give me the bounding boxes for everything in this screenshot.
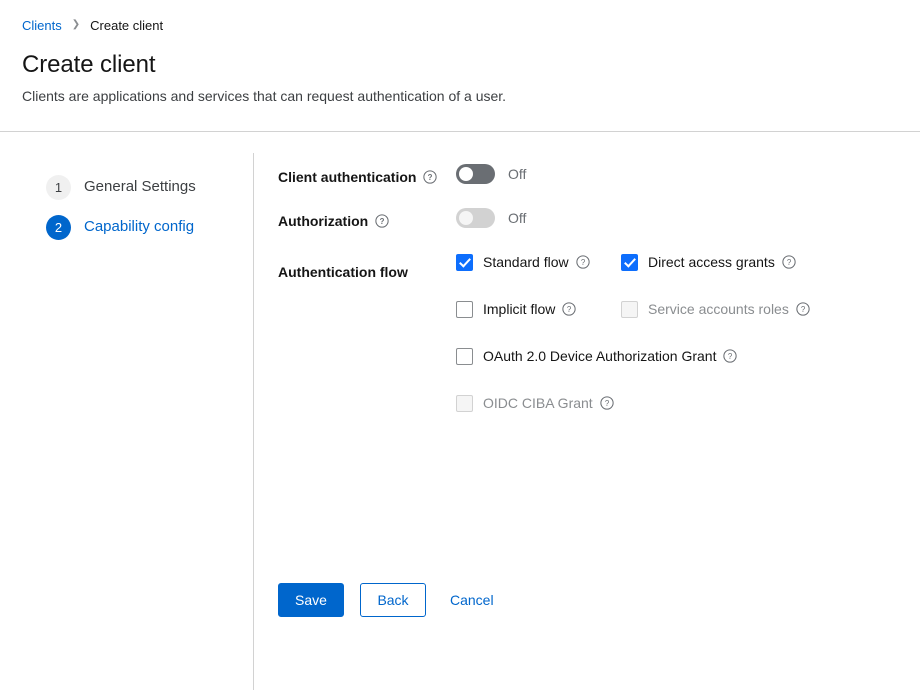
page-content: 1 General Settings 2 Capability config C…: [0, 132, 920, 690]
authorization-toggle: [456, 208, 495, 228]
help-circle-icon[interactable]: ?: [562, 302, 577, 316]
wizard-step-label: Capability config: [84, 218, 195, 235]
help-circle-icon[interactable]: ?: [375, 214, 389, 228]
help-circle-icon[interactable]: ?: [423, 170, 438, 184]
field-authorization: Authorization ? Off: [278, 208, 920, 231]
field-control: Standard flow ? Direct access grants ? I…: [456, 252, 920, 440]
wizard-step-capability-config[interactable]: 2 Capability config: [46, 214, 253, 240]
svg-text:?: ?: [580, 258, 585, 267]
checkbox-item-direct-access-grants[interactable]: Direct access grants ?: [621, 252, 846, 272]
help-circle-icon[interactable]: ?: [782, 255, 796, 269]
authentication-flow-options: Standard flow ? Direct access grants ? I…: [456, 252, 846, 440]
checkbox-item-oidc-ciba-grant: OIDC CIBA Grant ?: [456, 393, 846, 413]
help-circle-icon[interactable]: ?: [723, 349, 738, 363]
help-circle-icon[interactable]: ?: [796, 302, 810, 316]
checkbox-label: Implicit flow: [483, 301, 556, 317]
toggle-knob: [459, 167, 473, 181]
checkbox-oauth-device-authorization-grant[interactable]: [456, 347, 473, 365]
svg-text:?: ?: [728, 352, 733, 361]
help-circle-icon[interactable]: ?: [600, 396, 614, 410]
page-header: Clients ❯ Create client Create client Cl…: [0, 0, 920, 132]
cancel-button[interactable]: Cancel: [442, 583, 502, 617]
checkbox-direct-access-grants[interactable]: [621, 253, 638, 271]
wizard-step-general-settings[interactable]: 1 General Settings: [46, 174, 253, 200]
client-authentication-state: Off: [508, 166, 527, 182]
wizard-nav: 1 General Settings 2 Capability config: [0, 132, 253, 690]
checkbox-oidc-ciba-grant: [456, 394, 473, 412]
client-authentication-toggle[interactable]: [456, 164, 495, 184]
checkbox-item-service-accounts-roles: Service accounts roles ?: [621, 299, 846, 319]
step-number-badge: 2: [46, 214, 71, 240]
field-client-authentication: Client authentication ? Off: [278, 164, 920, 187]
help-circle-icon[interactable]: ?: [575, 255, 590, 269]
capability-config-form: Client authentication ? Off Authorizatio…: [254, 132, 920, 690]
checkbox-service-accounts-roles: [621, 300, 638, 318]
authentication-flow-label: Authentication flow: [278, 264, 408, 280]
form-actions: Save Back Cancel: [278, 583, 502, 617]
checkbox-implicit-flow[interactable]: [456, 300, 473, 318]
field-authentication-flow: Authentication flow Standard flow ? Dire…: [278, 252, 920, 440]
page-title: Create client: [22, 51, 156, 78]
breadcrumb: Clients ❯ Create client: [22, 18, 900, 34]
svg-text:?: ?: [380, 217, 385, 226]
field-control: Off: [456, 208, 920, 228]
field-label: Client authentication ?: [278, 164, 456, 187]
checkbox-label: Service accounts roles: [648, 301, 789, 317]
checkbox-item-implicit-flow[interactable]: Implicit flow ?: [456, 299, 621, 319]
field-control: Off: [456, 164, 920, 184]
authorization-state: Off: [508, 210, 527, 226]
checkbox-item-oauth-device-authorization-grant[interactable]: OAuth 2.0 Device Authorization Grant ?: [456, 346, 846, 366]
toggle-knob: [459, 211, 473, 225]
field-label: Authentication flow: [278, 252, 456, 282]
svg-text:?: ?: [567, 305, 572, 314]
breadcrumb-current: Create client: [90, 18, 164, 33]
step-number-badge: 1: [46, 174, 71, 200]
back-button[interactable]: Back: [360, 583, 426, 617]
client-authentication-label: Client authentication: [278, 169, 417, 185]
svg-text:?: ?: [428, 173, 433, 182]
checkbox-label: Standard flow: [483, 254, 569, 270]
client-authentication-toggle-wrap: Off: [456, 164, 920, 184]
checkbox-label: OAuth 2.0 Device Authorization Grant: [483, 348, 717, 364]
breadcrumb-link-clients[interactable]: Clients: [22, 18, 62, 34]
chevron-right-icon: ❯: [71, 19, 81, 30]
checkbox-item-standard-flow[interactable]: Standard flow ?: [456, 252, 621, 272]
authorization-toggle-wrap: Off: [456, 208, 920, 228]
authorization-label: Authorization: [278, 213, 369, 229]
wizard-step-label: General Settings: [84, 178, 196, 195]
field-label: Authorization ?: [278, 208, 456, 231]
svg-text:?: ?: [605, 399, 610, 408]
checkbox-label: OIDC CIBA Grant: [483, 395, 593, 411]
svg-text:?: ?: [801, 305, 806, 314]
checkbox-label: Direct access grants: [648, 254, 775, 270]
page-subtitle: Clients are applications and services th…: [22, 88, 507, 104]
svg-text:?: ?: [787, 258, 792, 267]
save-button[interactable]: Save: [278, 583, 344, 617]
checkbox-standard-flow[interactable]: [456, 253, 473, 271]
